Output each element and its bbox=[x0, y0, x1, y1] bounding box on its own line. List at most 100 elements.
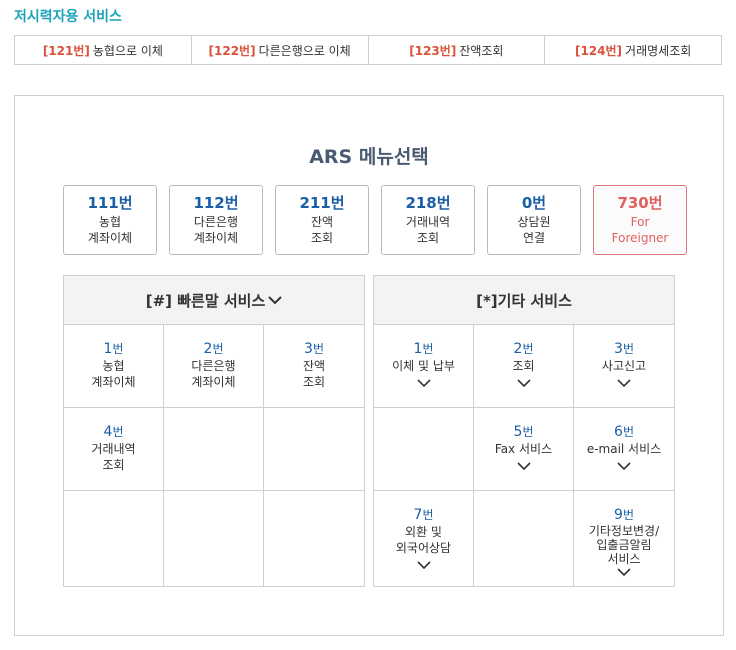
item-number: 3번 bbox=[614, 341, 634, 357]
menu-button-line1: 농협 bbox=[98, 215, 122, 229]
item-line1: 기타정보변경/ bbox=[588, 524, 660, 538]
menu-button-line2: Foreigner bbox=[611, 231, 669, 245]
quick-item-label: 잔액조회 bbox=[459, 43, 504, 58]
item-number: 4번 bbox=[103, 424, 124, 440]
item-line1: e-mail 서비스 bbox=[586, 442, 662, 456]
menu-button-number: 218번 bbox=[405, 194, 451, 212]
panel-title: [#] 빠른말 서비스 bbox=[145, 291, 266, 310]
menu-button-0[interactable]: 0번상담원연결 bbox=[487, 185, 581, 255]
ars-title: ARS 메뉴선택 bbox=[309, 146, 429, 168]
item-number: 6번 bbox=[614, 424, 634, 440]
quick-item-124[interactable]: [124번] 거래명세조회 bbox=[545, 36, 721, 64]
item-line1: Fax 서비스 bbox=[494, 442, 553, 456]
quick-speech-panel: [#] 빠른말 서비스 1번농협계좌이체 2번다른은행계좌이체 3번잔액조회 4… bbox=[63, 275, 365, 587]
item-number: 2번 bbox=[513, 341, 534, 357]
other-service-item-9[interactable]: 9번 기타정보변경/입출금알림 서비스 bbox=[574, 491, 674, 586]
item-line2: 외국어상담 bbox=[395, 541, 452, 555]
quick-item-122[interactable]: [122번] 다른은행으로 이체 bbox=[192, 36, 369, 64]
item-number: 9번 bbox=[614, 507, 634, 523]
item-line2: 조회 bbox=[102, 458, 125, 472]
chevron-down-icon bbox=[416, 560, 431, 570]
other-service-item-6[interactable]: 6번 e-mail 서비스 bbox=[574, 408, 674, 491]
other-services-panel: [*]기타 서비스 1번이체 및 납부 2번조회 3번사고신고 5번 Fax 서비… bbox=[373, 275, 675, 587]
menu-button-line1: 잔액 bbox=[310, 215, 334, 229]
item-number: 2번 bbox=[203, 341, 224, 357]
item-line2: 계좌이체 bbox=[191, 375, 236, 389]
quick-item-number: [124번] bbox=[574, 43, 623, 58]
menu-button-218[interactable]: 218번거래내역조회 bbox=[381, 185, 475, 255]
item-line2: 입출금알림 bbox=[596, 538, 652, 552]
ars-menu-box: ARS 메뉴선택 111번 농협 계좌이체 112번 다른은행 계좌이체 211번 잔액 조… bbox=[14, 95, 724, 636]
other-service-item-5[interactable]: 5번 Fax 서비스 bbox=[474, 408, 574, 491]
other-service-item-2[interactable]: 2번조회 bbox=[474, 325, 574, 408]
item-number: 1번 bbox=[103, 341, 124, 357]
chevron-down-icon bbox=[617, 461, 631, 471]
item-number: 5번 bbox=[513, 424, 534, 440]
quick-speech-item-2[interactable]: 2번다른은행계좌이체 bbox=[164, 325, 264, 408]
section-title: 저시력자용 서비스 bbox=[14, 9, 122, 25]
item-line1: 이체 및 납부 bbox=[392, 359, 455, 373]
menu-button-111[interactable]: 111번농협계좌이체 bbox=[63, 185, 157, 255]
empty-cell bbox=[64, 491, 164, 586]
item-line1: 농협 bbox=[102, 359, 125, 373]
menu-button-112[interactable]: 112번 다른은행 계좌이체 bbox=[169, 185, 263, 255]
menu-button-line1: For bbox=[630, 215, 650, 229]
quick-item-number: [122번] bbox=[208, 43, 256, 58]
item-line3: 서비스 bbox=[607, 552, 641, 566]
item-line1: 잔액 bbox=[302, 359, 326, 373]
quick-speech-item-4[interactable]: 4번거래내역조회 bbox=[64, 408, 164, 491]
empty-cell bbox=[164, 408, 264, 491]
empty-cell bbox=[474, 491, 574, 586]
quick-service-bar: [121번] 농협으로 이체 [122번] 다른은행으로 이체 [123번] 잔액조회… bbox=[14, 35, 722, 65]
menu-button-line2: 계좌이체 bbox=[87, 231, 133, 245]
quick-item-label: 다른은행으로 이체 bbox=[258, 43, 351, 58]
menu-button-line2: 조회 bbox=[416, 231, 440, 245]
item-number: 7번 bbox=[413, 507, 434, 523]
menu-button-line1: 다른은행 bbox=[193, 215, 239, 229]
item-line1: 외환 및 bbox=[405, 525, 442, 539]
quick-speech-item-1[interactable]: 1번농협계좌이체 bbox=[64, 325, 164, 408]
menu-button-line1: 상담원 bbox=[517, 215, 551, 229]
item-number: 1번 bbox=[413, 341, 434, 357]
menu-button-730-foreigner[interactable]: 730번 For Foreigner bbox=[593, 185, 687, 255]
panel-title: [*]기타 서비스 bbox=[476, 291, 572, 310]
menu-button-number: 211번 bbox=[299, 194, 345, 212]
menu-button-number: 730번 bbox=[617, 194, 663, 212]
quick-speech-item-3[interactable]: 3번잔액조회 bbox=[264, 325, 364, 408]
chevron-down-icon bbox=[617, 567, 631, 577]
other-service-item-1[interactable]: 1번이체 및 납부 bbox=[374, 325, 474, 408]
chevron-down-icon bbox=[268, 291, 282, 309]
empty-cell bbox=[264, 408, 364, 491]
chevron-down-icon bbox=[516, 461, 531, 471]
quick-item-label: 농협으로 이체 bbox=[92, 43, 163, 58]
empty-cell bbox=[374, 408, 474, 491]
quick-item-number: [121번] bbox=[42, 43, 90, 58]
menu-button-211[interactable]: 211번잔액조회 bbox=[275, 185, 369, 255]
menu-button-line1: 거래내역 bbox=[405, 215, 451, 229]
item-line2: 조회 bbox=[302, 375, 326, 389]
menu-button-line2: 계좌이체 bbox=[193, 231, 239, 245]
item-number: 3번 bbox=[304, 341, 324, 357]
other-service-item-7[interactable]: 7번외환 및외국어상담 bbox=[374, 491, 474, 586]
item-line1: 다른은행 bbox=[191, 359, 236, 373]
empty-cell bbox=[164, 491, 264, 586]
empty-cell bbox=[264, 491, 364, 586]
menu-button-number: 111번 bbox=[87, 194, 133, 212]
quick-item-121[interactable]: [121번] 농협으로 이체 bbox=[15, 36, 192, 64]
chevron-down-icon bbox=[416, 378, 431, 388]
ars-menu-buttons: 111번 농협 계좌이체 112번 다른은행 계좌이체 211번 잔액 조회 218번 거래내… bbox=[63, 185, 687, 255]
quick-item-number: [123번] bbox=[409, 43, 457, 58]
quick-item-123[interactable]: [123번] 잔액조회 bbox=[369, 36, 546, 64]
menu-button-line2: 조회 bbox=[310, 231, 334, 245]
quick-speech-header[interactable]: [#] 빠른말 서비스 bbox=[64, 276, 364, 325]
chevron-down-icon bbox=[516, 378, 531, 388]
item-line1: 사고신고 bbox=[601, 359, 647, 373]
menu-button-number: 0번 bbox=[521, 194, 547, 212]
item-line1: 조회 bbox=[512, 359, 535, 373]
quick-item-label: 거래명세조회 bbox=[625, 43, 692, 58]
other-service-item-3[interactable]: 3번사고신고 bbox=[574, 325, 674, 408]
item-line1: 거래내역 bbox=[91, 442, 136, 456]
other-services-header[interactable]: [*]기타 서비스 bbox=[374, 276, 674, 325]
item-line2: 계좌이체 bbox=[91, 375, 136, 389]
menu-button-line2: 연결 bbox=[522, 231, 546, 245]
